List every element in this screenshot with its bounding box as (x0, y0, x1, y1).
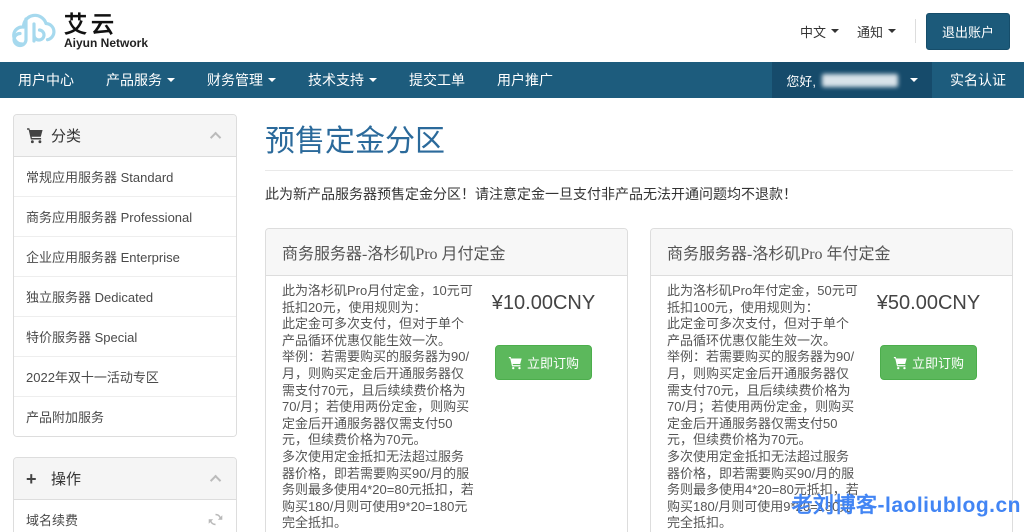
sidebar-item-double11[interactable]: 2022年双十一活动专区 (14, 356, 236, 396)
navbar-right: 您好, 实名认证 (772, 62, 1024, 98)
nav-item-support[interactable]: 技术支持 (292, 62, 393, 98)
shopping-cart-icon (26, 127, 43, 144)
language-label: 中文 (799, 24, 826, 40)
nav-item-user-center[interactable]: 用户中心 (2, 62, 90, 98)
caret-down-icon (830, 29, 839, 33)
sidebar-item-label: 独立服务器 Dedicated (26, 290, 154, 305)
sidebar-item-professional[interactable]: 商务应用服务器 Professional (14, 196, 236, 236)
order-now-label: 立即订购 (911, 356, 964, 371)
product-card-body: 此为洛杉矶Pro月付定金，10元可抵扣20元，使用规则为： 此定金可多次支付，但… (266, 276, 627, 532)
greeting-label: 您好, (786, 73, 816, 89)
sidebar-item-label: 2022年双十一活动专区 (26, 370, 159, 385)
nav-label: 用户推广 (497, 72, 553, 88)
logout-button[interactable]: 退出账户 (925, 12, 1010, 50)
page: 艾云 Aiyun Network 中文 通知 退出账户 用户中心 产品服务 财务… (0, 0, 1024, 532)
cart-icon (893, 356, 907, 369)
sidebar-item-dedicated[interactable]: 独立服务器 Dedicated (14, 276, 236, 316)
sidebar-item-label: 特价服务器 Special (26, 330, 138, 345)
nav-item-realname-verify[interactable]: 实名认证 (932, 62, 1024, 98)
notice-text: 此为新产品服务器预售定金分区！请注意定金一旦支付非产品无法开通问题均不退款！ (265, 186, 797, 202)
content-area: 分类 常规应用服务器 Standard 商务应用服务器 Professional… (0, 98, 1024, 532)
purchase-column: ¥10.00CNY 立即订购 (474, 283, 613, 532)
product-card-monthly: 商务服务器-洛杉矶Pro 月付定金 此为洛杉矶Pro月付定金，10元可抵扣20元… (265, 228, 628, 532)
nav-item-products[interactable]: 产品服务 (90, 62, 191, 98)
product-card-yearly: 商务服务器-洛杉矶Pro 年付定金 此为洛杉矶Pro年付定金，50元可抵扣100… (650, 228, 1013, 532)
main-panel: 预售定金分区 此为新产品服务器预售定金分区！请注意定金一旦支付非产品无法开通问题… (265, 114, 1013, 532)
sidebar-item-label: 域名续费 (26, 513, 79, 528)
navbar-menu: 用户中心 产品服务 财务管理 技术支持 提交工单 用户推广 (0, 62, 569, 98)
plus-icon: + (26, 468, 37, 489)
nav-item-affiliate[interactable]: 用户推广 (481, 62, 569, 98)
title-divider (265, 170, 1013, 171)
logo[interactable]: 艾云 Aiyun Network (8, 10, 148, 52)
sidebar-item-label: 企业应用服务器 Enterprise (26, 250, 180, 265)
nav-item-ticket[interactable]: 提交工单 (393, 62, 481, 98)
sidebar-item-label: 商务应用服务器 Professional (26, 210, 193, 225)
language-menu[interactable]: 中文 (800, 22, 839, 41)
refresh-icon (207, 511, 224, 528)
caret-down-icon (910, 78, 918, 82)
nav-label: 财务管理 (207, 72, 263, 88)
nav-item-billing[interactable]: 财务管理 (191, 62, 292, 98)
username-blurred (822, 73, 898, 87)
sidebar-item-addons[interactable]: 产品附加服务 (14, 396, 236, 436)
sidebar-item-domain-renew[interactable]: 域名续费 (14, 500, 236, 532)
sidebar-item-label: 常规应用服务器 Standard (26, 170, 174, 185)
caret-down-icon (887, 29, 896, 33)
caret-down-icon (167, 78, 175, 82)
brand-name-en: Aiyun Network (64, 36, 149, 50)
watermark: 老刘博客-laoliublog.cn (791, 494, 1021, 517)
product-cards: 商务服务器-洛杉矶Pro 月付定金 此为洛杉矶Pro月付定金，10元可抵扣20元… (265, 228, 1013, 532)
caret-down-icon (369, 78, 377, 82)
notifications-label: 通知 (856, 24, 883, 40)
category-panel-header[interactable]: 分类 (14, 115, 236, 157)
price-label: ¥10.00CNY (491, 292, 596, 314)
top-header: 艾云 Aiyun Network 中文 通知 退出账户 (0, 0, 1024, 62)
nav-label: 用户中心 (18, 72, 74, 88)
header-actions: 中文 通知 退出账户 (791, 12, 1010, 50)
actions-panel-header[interactable]: + 操作 (14, 458, 236, 500)
category-panel: 分类 常规应用服务器 Standard 商务应用服务器 Professional… (13, 114, 237, 437)
sidebar-item-enterprise[interactable]: 企业应用服务器 Enterprise (14, 236, 236, 276)
header-divider (914, 19, 916, 43)
order-now-button[interactable]: 立即订购 (879, 345, 977, 380)
order-now-button[interactable]: 立即订购 (494, 345, 592, 380)
brand-name-cn: 艾云 (64, 11, 118, 37)
sidebar-item-special[interactable]: 特价服务器 Special (14, 316, 236, 356)
nav-label: 产品服务 (106, 72, 162, 88)
product-description: 此为洛杉矶Pro月付定金，10元可抵扣20元，使用规则为： 此定金可多次支付，但… (282, 283, 474, 532)
brand-text: 艾云 Aiyun Network (64, 12, 148, 50)
nav-label: 提交工单 (409, 72, 465, 88)
nav-label: 技术支持 (308, 72, 364, 88)
caret-down-icon (268, 78, 276, 82)
product-card-title: 商务服务器-洛杉矶Pro 年付定金 (651, 229, 1012, 276)
actions-panel-title: 操作 (51, 471, 82, 488)
notifications-menu[interactable]: 通知 (857, 22, 896, 41)
actions-panel: + 操作 域名续费 查看购物车 (13, 457, 237, 532)
sidebar-item-label: 产品附加服务 (26, 410, 105, 425)
price-label: ¥50.00CNY (876, 292, 981, 314)
page-title: 预售定金分区 (265, 125, 445, 158)
product-card-title: 商务服务器-洛杉矶Pro 月付定金 (266, 229, 627, 276)
category-panel-title: 分类 (51, 128, 82, 145)
sidebar: 分类 常规应用服务器 Standard 商务应用服务器 Professional… (13, 114, 237, 532)
cart-icon (508, 356, 522, 369)
cloud-db-logo-icon (8, 10, 62, 52)
user-menu[interactable]: 您好, (772, 62, 932, 98)
order-now-label: 立即订购 (526, 356, 579, 371)
main-navbar: 用户中心 产品服务 财务管理 技术支持 提交工单 用户推广 您好, 实名认证 (0, 62, 1024, 98)
sidebar-item-standard[interactable]: 常规应用服务器 Standard (14, 157, 236, 196)
